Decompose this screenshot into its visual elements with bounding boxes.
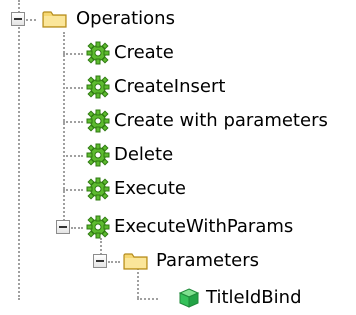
operations-tree: Operations Create CreateInsert Create wi…: [0, 0, 356, 314]
green-cube-icon: [178, 288, 200, 308]
gear-icon: [86, 143, 110, 167]
gear-icon: [86, 109, 110, 133]
folder-icon: [123, 253, 148, 270]
tree-node-delete[interactable]: Delete: [114, 138, 173, 172]
tree-connector-item: [137, 298, 158, 300]
tree-connector-item: [108, 261, 120, 263]
gear-icon: [86, 75, 110, 99]
collapse-parameters-toggle[interactable]: [93, 254, 107, 268]
tree-node-label: Create: [114, 42, 174, 63]
tree-connector-parameters: [137, 268, 139, 298]
tree-connector-item: [63, 189, 83, 191]
tree-node-label: Operations: [76, 8, 175, 29]
gear-icon: [86, 177, 110, 201]
tree-node-operations[interactable]: Operations: [76, 2, 175, 36]
tree-node-label: Execute: [114, 178, 186, 199]
tree-node-label: Delete: [114, 144, 174, 165]
folder-icon: [42, 11, 67, 28]
tree-connector-item: [63, 53, 83, 55]
tree-node-execute[interactable]: Execute: [114, 172, 186, 206]
tree-node-label: ExecuteWithParams: [114, 216, 294, 237]
tree-connector-item: [63, 87, 83, 89]
tree-node-label: TitleIdBind: [206, 287, 302, 308]
tree-connector-operations: [63, 32, 65, 228]
tree-node-create-with-parameters[interactable]: Create with parameters: [114, 104, 328, 138]
tree-node-label: Parameters: [156, 250, 260, 271]
gear-icon: [86, 215, 110, 239]
collapse-operations-toggle[interactable]: [11, 12, 25, 26]
tree-connector-item: [63, 155, 83, 157]
tree-node-create[interactable]: Create: [114, 36, 174, 70]
tree-node-createinsert[interactable]: CreateInsert: [114, 70, 225, 104]
tree-node-parameters[interactable]: Parameters: [156, 244, 259, 278]
collapse-executewithparams-toggle[interactable]: [56, 220, 70, 234]
tree-node-titleidbind[interactable]: TitleIdBind: [206, 281, 302, 315]
tree-node-label: CreateInsert: [114, 76, 226, 97]
tree-node-executewithparams[interactable]: ExecuteWithParams: [114, 210, 293, 244]
tree-node-label: Create with parameters: [114, 110, 328, 131]
gear-icon: [86, 41, 110, 65]
tree-connector-root-h: [26, 19, 36, 21]
tree-connector-root: [18, 0, 20, 300]
tree-connector-item: [63, 121, 83, 123]
tree-connector-item: [71, 227, 83, 229]
